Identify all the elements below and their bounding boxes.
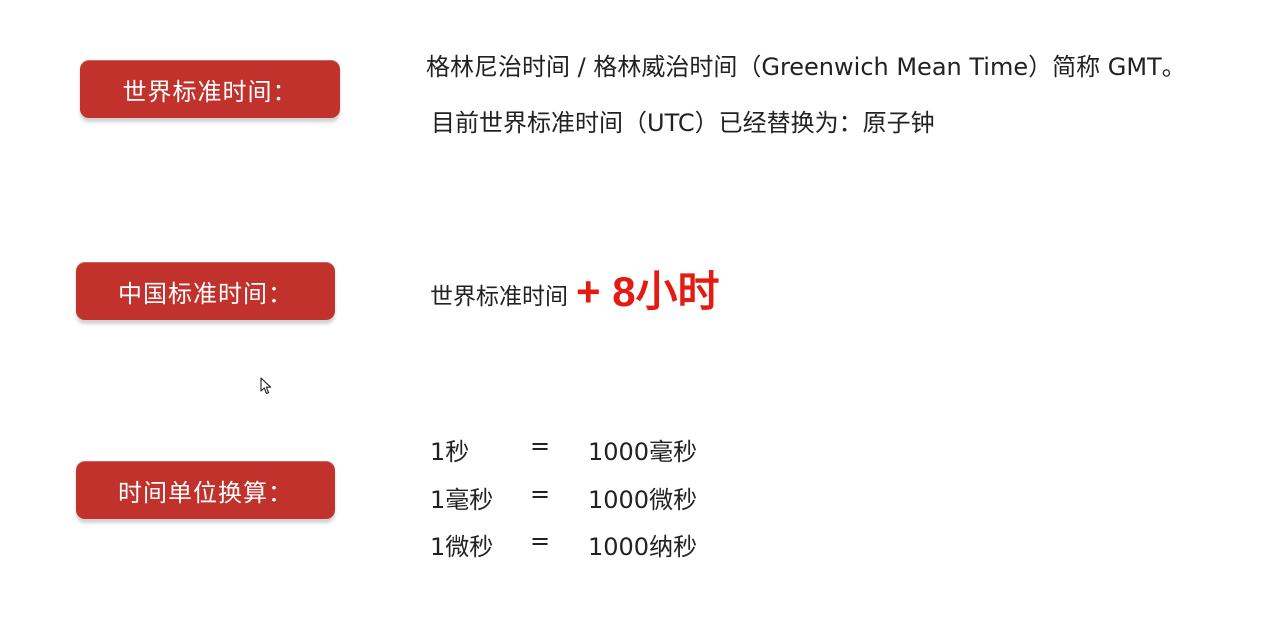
mouse-pointer-icon (260, 377, 272, 395)
time-unit-conversion-label-text: 时间单位换算： (118, 478, 293, 507)
conversion-equals: = (530, 480, 551, 508)
china-time-offset: + 8小时 (576, 268, 720, 315)
china-time-base: 世界标准时间 (430, 283, 568, 310)
conversion-right: 1000纳秒 (588, 533, 698, 561)
conversion-equals: = (530, 527, 551, 555)
conversion-left: 1毫秒 (430, 486, 494, 514)
conversion-left: 1秒 (430, 438, 470, 466)
china-time-formula: 世界标准时间 + 8小时 (430, 258, 720, 319)
china-standard-time-label-text: 中国标准时间： (118, 279, 293, 308)
gmt-description: 格林尼治时间 / 格林威治时间（Greenwich Mean Time）简称 G… (426, 53, 1186, 81)
conversion-left: 1微秒 (430, 533, 494, 561)
world-standard-time-label-text: 世界标准时间： (122, 77, 298, 106)
conversion-equals: = (530, 432, 551, 460)
conversion-right: 1000微秒 (588, 486, 698, 514)
utc-description: 目前世界标准时间（UTC）已经替换为：原子钟 (431, 109, 935, 137)
world-standard-time-label: 世界标准时间： (80, 60, 340, 118)
time-unit-conversion-label: 时间单位换算： (76, 461, 335, 519)
conversion-right: 1000毫秒 (588, 438, 698, 466)
china-standard-time-label: 中国标准时间： (76, 262, 335, 320)
